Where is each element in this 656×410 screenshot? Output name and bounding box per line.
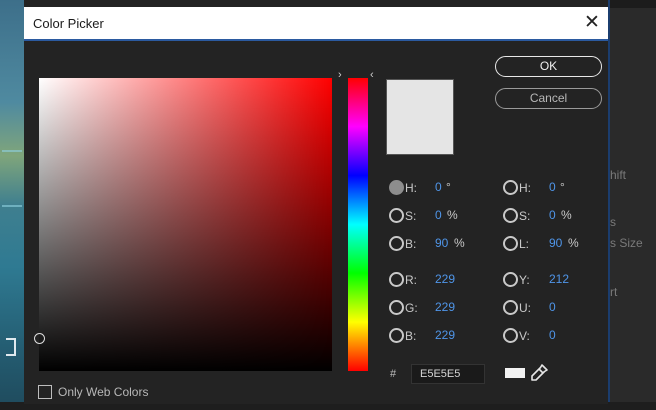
yuv-y-value[interactable]: 212 — [549, 272, 569, 286]
cancel-button[interactable]: Cancel — [495, 88, 602, 109]
hsb-saturation-unit: % — [447, 208, 458, 222]
hsl-hue-row[interactable]: H: 0 ° — [503, 179, 593, 197]
rgb-blue-value[interactable]: 229 — [435, 328, 455, 342]
rgb-blue-radio[interactable] — [389, 328, 404, 343]
hsl-hue-value[interactable]: 0 — [549, 180, 556, 194]
hsl-lightness-row[interactable]: L: 90 % — [503, 235, 593, 253]
hsb-saturation-label: S: — [405, 209, 417, 223]
yuv-v-value[interactable]: 0 — [549, 328, 556, 342]
rgb-red-row[interactable]: R: 229 — [389, 271, 479, 289]
rgb-red-label: R: — [405, 273, 417, 287]
hsb-brightness-unit: % — [454, 236, 465, 250]
background-panel-item: s Size — [610, 236, 643, 250]
dialog-title: Color Picker — [33, 16, 104, 31]
background-topbar — [608, 0, 656, 8]
yuv-y-row[interactable]: Y: 212 — [503, 271, 593, 289]
hsl-hue-unit: ° — [560, 180, 565, 194]
hsl-lightness-value[interactable]: 90 — [549, 236, 562, 250]
close-icon[interactable]: ✕ — [581, 11, 603, 35]
rgb-red-radio[interactable] — [389, 272, 404, 287]
hsb-brightness-value[interactable]: 90 — [435, 236, 448, 250]
hsb-hue-radio[interactable] — [389, 180, 404, 195]
rgb-green-value[interactable]: 229 — [435, 300, 455, 314]
yuv-v-label: V: — [519, 329, 530, 343]
background-panel-item: hift — [610, 168, 627, 182]
hsl-saturation-unit: % — [561, 208, 572, 222]
hsl-lightness-radio[interactable] — [503, 236, 518, 251]
yuv-u-row[interactable]: U: 0 — [503, 299, 593, 317]
hsl-hue-label: H: — [519, 181, 531, 195]
yuv-v-radio[interactable] — [503, 328, 518, 343]
background-detail — [2, 150, 22, 152]
background-divider — [608, 0, 610, 410]
rgb-green-label: G: — [405, 301, 418, 315]
yuv-v-row[interactable]: V: 0 — [503, 327, 593, 345]
color-field-cursor[interactable] — [34, 333, 45, 344]
background-image-strip — [0, 0, 24, 410]
background-panel-item: rt — [610, 285, 618, 299]
hsb-saturation-row[interactable]: S: 0 % — [389, 207, 479, 225]
yuv-y-label: Y: — [519, 273, 530, 287]
hsb-brightness-label: B: — [405, 237, 417, 251]
color-field[interactable] — [39, 78, 332, 371]
hsl-saturation-row[interactable]: S: 0 % — [503, 207, 593, 225]
eyedropper-icon[interactable] — [529, 363, 549, 383]
hsl-saturation-radio[interactable] — [503, 208, 518, 223]
web-color-swatch[interactable] — [505, 368, 525, 378]
hsl-saturation-value[interactable]: 0 — [549, 208, 556, 222]
hsb-hue-unit: ° — [446, 180, 451, 194]
hue-slider-arrow-right-icon[interactable]: › — [338, 69, 342, 81]
hsb-hue-label: H: — [405, 181, 417, 195]
only-web-colors-label[interactable]: Only Web Colors — [58, 385, 148, 399]
yuv-u-radio[interactable] — [503, 300, 518, 315]
hsb-hue-row[interactable]: H: 0 ° — [389, 179, 479, 197]
hsb-hue-value[interactable]: 0 — [435, 180, 442, 194]
background-panel: hift s s Size rt — [608, 0, 656, 410]
hex-input[interactable]: E5E5E5 — [411, 364, 485, 384]
hex-hash-label: # — [390, 368, 397, 380]
background-detail — [2, 205, 22, 207]
rgb-red-value[interactable]: 229 — [435, 272, 455, 286]
yuv-u-value[interactable]: 0 — [549, 300, 556, 314]
yuv-y-radio[interactable] — [503, 272, 518, 287]
yuv-u-label: U: — [519, 301, 531, 315]
rgb-green-row[interactable]: G: 229 — [389, 299, 479, 317]
hsl-saturation-label: S: — [519, 209, 531, 223]
hsl-lightness-label: L: — [519, 237, 530, 251]
hsb-brightness-radio[interactable] — [389, 236, 404, 251]
color-picker-dialog: Color Picker ✕ › ‹ OK Cancel H: 0 ° S: 0… — [24, 7, 608, 404]
hue-slider[interactable] — [348, 78, 368, 371]
ok-button[interactable]: OK — [495, 56, 602, 77]
only-web-colors-checkbox[interactable] — [38, 385, 52, 399]
dialog-title-bar: Color Picker ✕ — [24, 7, 608, 41]
background-panel-item: s — [610, 215, 616, 229]
hue-slider-arrow-left-icon[interactable]: ‹ — [370, 69, 374, 81]
rgb-blue-row[interactable]: B: 229 — [389, 327, 479, 345]
hsl-lightness-unit: % — [568, 236, 579, 250]
rgb-green-radio[interactable] — [389, 300, 404, 315]
hsb-saturation-radio[interactable] — [389, 208, 404, 223]
hsb-brightness-row[interactable]: B: 90 % — [389, 235, 479, 253]
current-color-swatch — [386, 79, 454, 155]
rgb-blue-label: B: — [405, 329, 417, 343]
hsl-hue-radio[interactable] — [503, 180, 518, 195]
background-detail — [6, 338, 16, 356]
hsb-saturation-value[interactable]: 0 — [435, 208, 442, 222]
